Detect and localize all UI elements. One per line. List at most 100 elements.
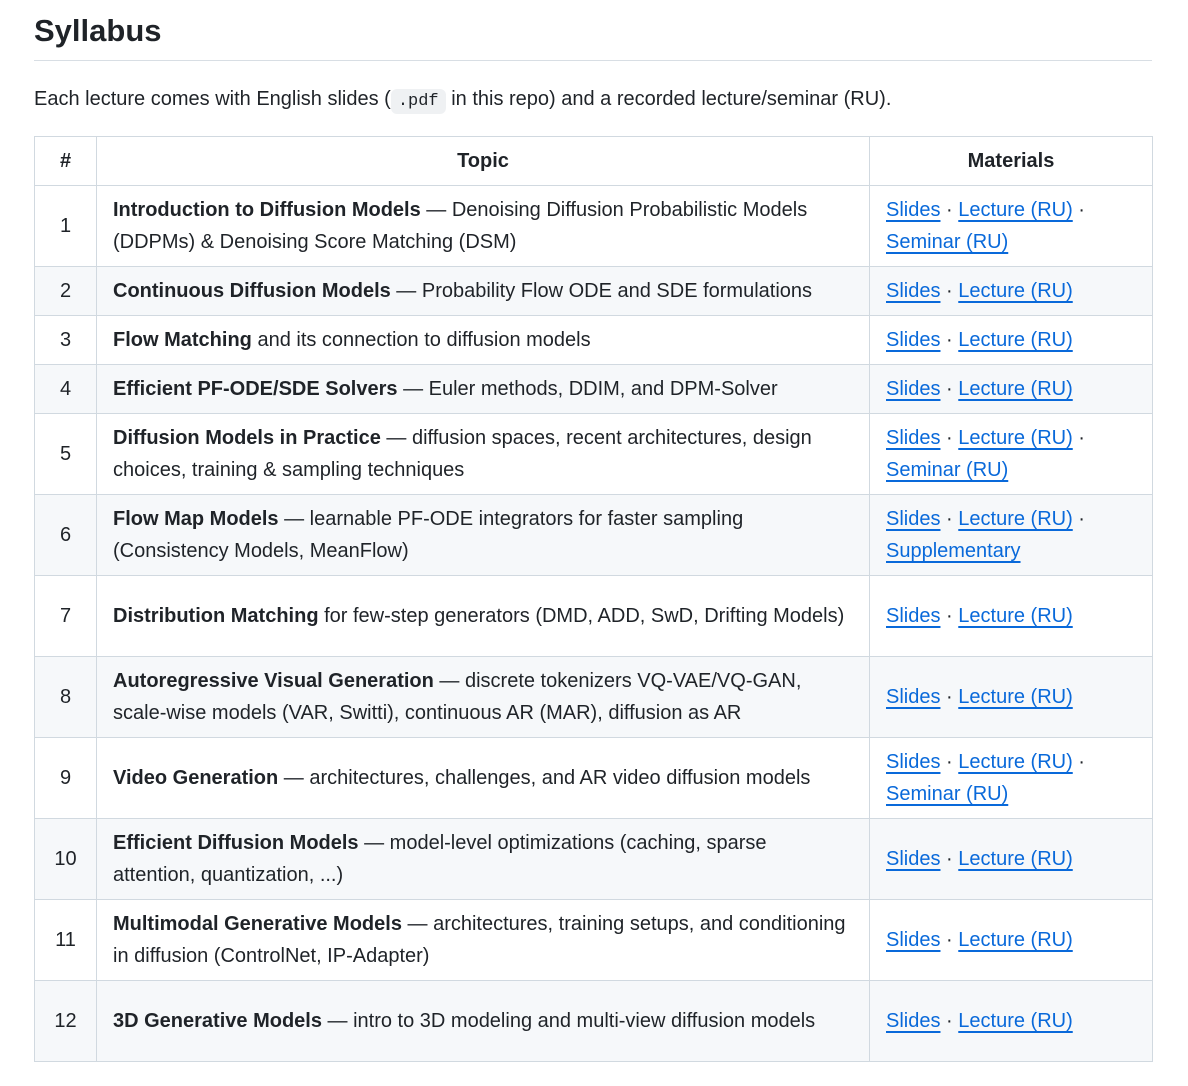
link-separator: · — [940, 199, 959, 221]
topic-title: Diffusion Models in Practice — [113, 427, 381, 449]
topic-title: Efficient PF-ODE/SDE Solvers — [113, 378, 398, 400]
lecture-number: 1 — [34, 185, 97, 267]
intro-text-before: Each lecture comes with English slides ( — [34, 88, 391, 110]
lecture-topic: Continuous Diffusion Models — Probabilit… — [96, 266, 870, 316]
lecture-ru-link[interactable]: Lecture (RU) — [958, 427, 1072, 449]
lecture-materials: Slides · Lecture (RU) · Supplementary — [869, 494, 1153, 576]
seminar-ru-link[interactable]: Seminar (RU) — [886, 459, 1008, 481]
table-row: 5 Diffusion Models in Practice — diffusio… — [34, 413, 1153, 495]
lecture-ru-link[interactable]: Lecture (RU) — [958, 605, 1072, 627]
link-separator: · — [940, 329, 959, 351]
lecture-materials: Slides · Lecture (RU) — [869, 818, 1153, 900]
lecture-ru-link[interactable]: Lecture (RU) — [958, 199, 1072, 221]
table-row: 12 3D Generative Models — intro to 3D mod… — [34, 980, 1153, 1062]
supplementary-link[interactable]: Supplementary — [886, 540, 1021, 562]
header-topic: Topic — [96, 136, 870, 186]
slides-link[interactable]: Slides — [886, 1010, 940, 1032]
lecture-topic: Diffusion Models in Practice — diffusion… — [96, 413, 870, 495]
slides-link[interactable]: Slides — [886, 427, 940, 449]
lecture-topic: 3D Generative Models — intro to 3D model… — [96, 980, 870, 1062]
topic-title: Multimodal Generative Models — [113, 913, 402, 935]
lecture-topic: Distribution Matching for few-step gener… — [96, 575, 870, 657]
link-separator: · — [940, 605, 959, 627]
lecture-number: 4 — [34, 364, 97, 414]
lecture-ru-link[interactable]: Lecture (RU) — [958, 280, 1072, 302]
slides-link[interactable]: Slides — [886, 199, 940, 221]
topic-title: 3D Generative Models — [113, 1010, 322, 1032]
lecture-materials: Slides · Lecture (RU) — [869, 575, 1153, 657]
readme-section: Syllabus Each lecture comes with English… — [34, 0, 1153, 1062]
lecture-topic: Flow Matching and its connection to diff… — [96, 315, 870, 365]
lecture-ru-link[interactable]: Lecture (RU) — [958, 378, 1072, 400]
lecture-ru-link[interactable]: Lecture (RU) — [958, 929, 1072, 951]
topic-description: for few-step generators (DMD, ADD, SwD, … — [318, 605, 845, 627]
syllabus-table: # Topic Materials 1 Introduction to Diffu… — [34, 136, 1153, 1062]
topic-title: Autoregressive Visual Generation — [113, 670, 434, 692]
lecture-number: 11 — [34, 899, 97, 981]
table-row: 9 Video Generation — architectures, chall… — [34, 737, 1153, 819]
link-separator: · — [940, 751, 959, 773]
lecture-materials: Slides · Lecture (RU) — [869, 315, 1153, 365]
lecture-ru-link[interactable]: Lecture (RU) — [958, 848, 1072, 870]
lecture-number: 7 — [34, 575, 97, 657]
lecture-topic: Multimodal Generative Models — architect… — [96, 899, 870, 981]
header-materials: Materials — [869, 136, 1153, 186]
lecture-number: 3 — [34, 315, 97, 365]
slides-link[interactable]: Slides — [886, 686, 940, 708]
lecture-ru-link[interactable]: Lecture (RU) — [958, 508, 1072, 530]
lecture-ru-link[interactable]: Lecture (RU) — [958, 329, 1072, 351]
topic-description: — intro to 3D modeling and multi-view di… — [321, 1010, 816, 1032]
lecture-materials: Slides · Lecture (RU) · Seminar (RU) — [869, 185, 1153, 267]
lecture-materials: Slides · Lecture (RU) — [869, 656, 1153, 738]
link-separator: · — [1072, 199, 1085, 221]
lecture-number: 8 — [34, 656, 97, 738]
topic-description: — architectures, challenges, and AR vide… — [278, 767, 811, 789]
lecture-ru-link[interactable]: Lecture (RU) — [958, 1010, 1072, 1032]
intro-text-after: in this repo) and a recorded lecture/sem… — [445, 88, 892, 110]
slides-link[interactable]: Slides — [886, 508, 940, 530]
topic-description: and its connection to diffusion models — [251, 329, 591, 351]
slides-link[interactable]: Slides — [886, 848, 940, 870]
lecture-ru-link[interactable]: Lecture (RU) — [958, 751, 1072, 773]
lecture-ru-link[interactable]: Lecture (RU) — [958, 686, 1072, 708]
table-row: 8 Autoregressive Visual Generation — disc… — [34, 656, 1153, 738]
lecture-topic: Introduction to Diffusion Models — Denoi… — [96, 185, 870, 267]
table-row: 4 Efficient PF-ODE/SDE Solvers — Euler me… — [34, 364, 1153, 414]
header-number: # — [34, 136, 97, 186]
link-separator: · — [940, 686, 959, 708]
slides-link[interactable]: Slides — [886, 929, 940, 951]
topic-title: Video Generation — [113, 767, 279, 789]
lecture-topic: Flow Map Models — learnable PF-ODE integ… — [96, 494, 870, 576]
link-separator: · — [940, 848, 959, 870]
link-separator: · — [1072, 427, 1085, 449]
lecture-topic: Video Generation — architectures, challe… — [96, 737, 870, 819]
lecture-number: 5 — [34, 413, 97, 495]
seminar-ru-link[interactable]: Seminar (RU) — [886, 231, 1008, 253]
seminar-ru-link[interactable]: Seminar (RU) — [886, 783, 1008, 805]
slides-link[interactable]: Slides — [886, 329, 940, 351]
topic-title: Distribution Matching — [113, 605, 319, 627]
slides-link[interactable]: Slides — [886, 751, 940, 773]
inline-code-pdf: .pdf — [390, 89, 446, 114]
lecture-number: 2 — [34, 266, 97, 316]
table-row: 10 Efficient Diffusion Models — model-lev… — [34, 818, 1153, 900]
lecture-topic: Efficient Diffusion Models — model-level… — [96, 818, 870, 900]
section-heading: Syllabus — [34, 0, 1152, 61]
lecture-topic: Autoregressive Visual Generation — discr… — [96, 656, 870, 738]
table-row: 11 Multimodal Generative Models — archite… — [34, 899, 1153, 981]
link-separator: · — [1072, 751, 1085, 773]
link-separator: · — [940, 427, 959, 449]
table-row: 6 Flow Map Models — learnable PF-ODE inte… — [34, 494, 1153, 576]
lecture-materials: Slides · Lecture (RU) — [869, 899, 1153, 981]
link-separator: · — [940, 1010, 959, 1032]
lecture-materials: Slides · Lecture (RU) — [869, 980, 1153, 1062]
slides-link[interactable]: Slides — [886, 280, 940, 302]
lecture-materials: Slides · Lecture (RU) · Seminar (RU) — [869, 413, 1153, 495]
topic-title: Continuous Diffusion Models — [113, 280, 391, 302]
link-separator: · — [940, 508, 959, 530]
slides-link[interactable]: Slides — [886, 378, 940, 400]
lecture-materials: Slides · Lecture (RU) — [869, 266, 1153, 316]
intro-paragraph: Each lecture comes with English slides (… — [34, 61, 1152, 114]
topic-title: Flow Matching — [113, 329, 252, 351]
slides-link[interactable]: Slides — [886, 605, 940, 627]
